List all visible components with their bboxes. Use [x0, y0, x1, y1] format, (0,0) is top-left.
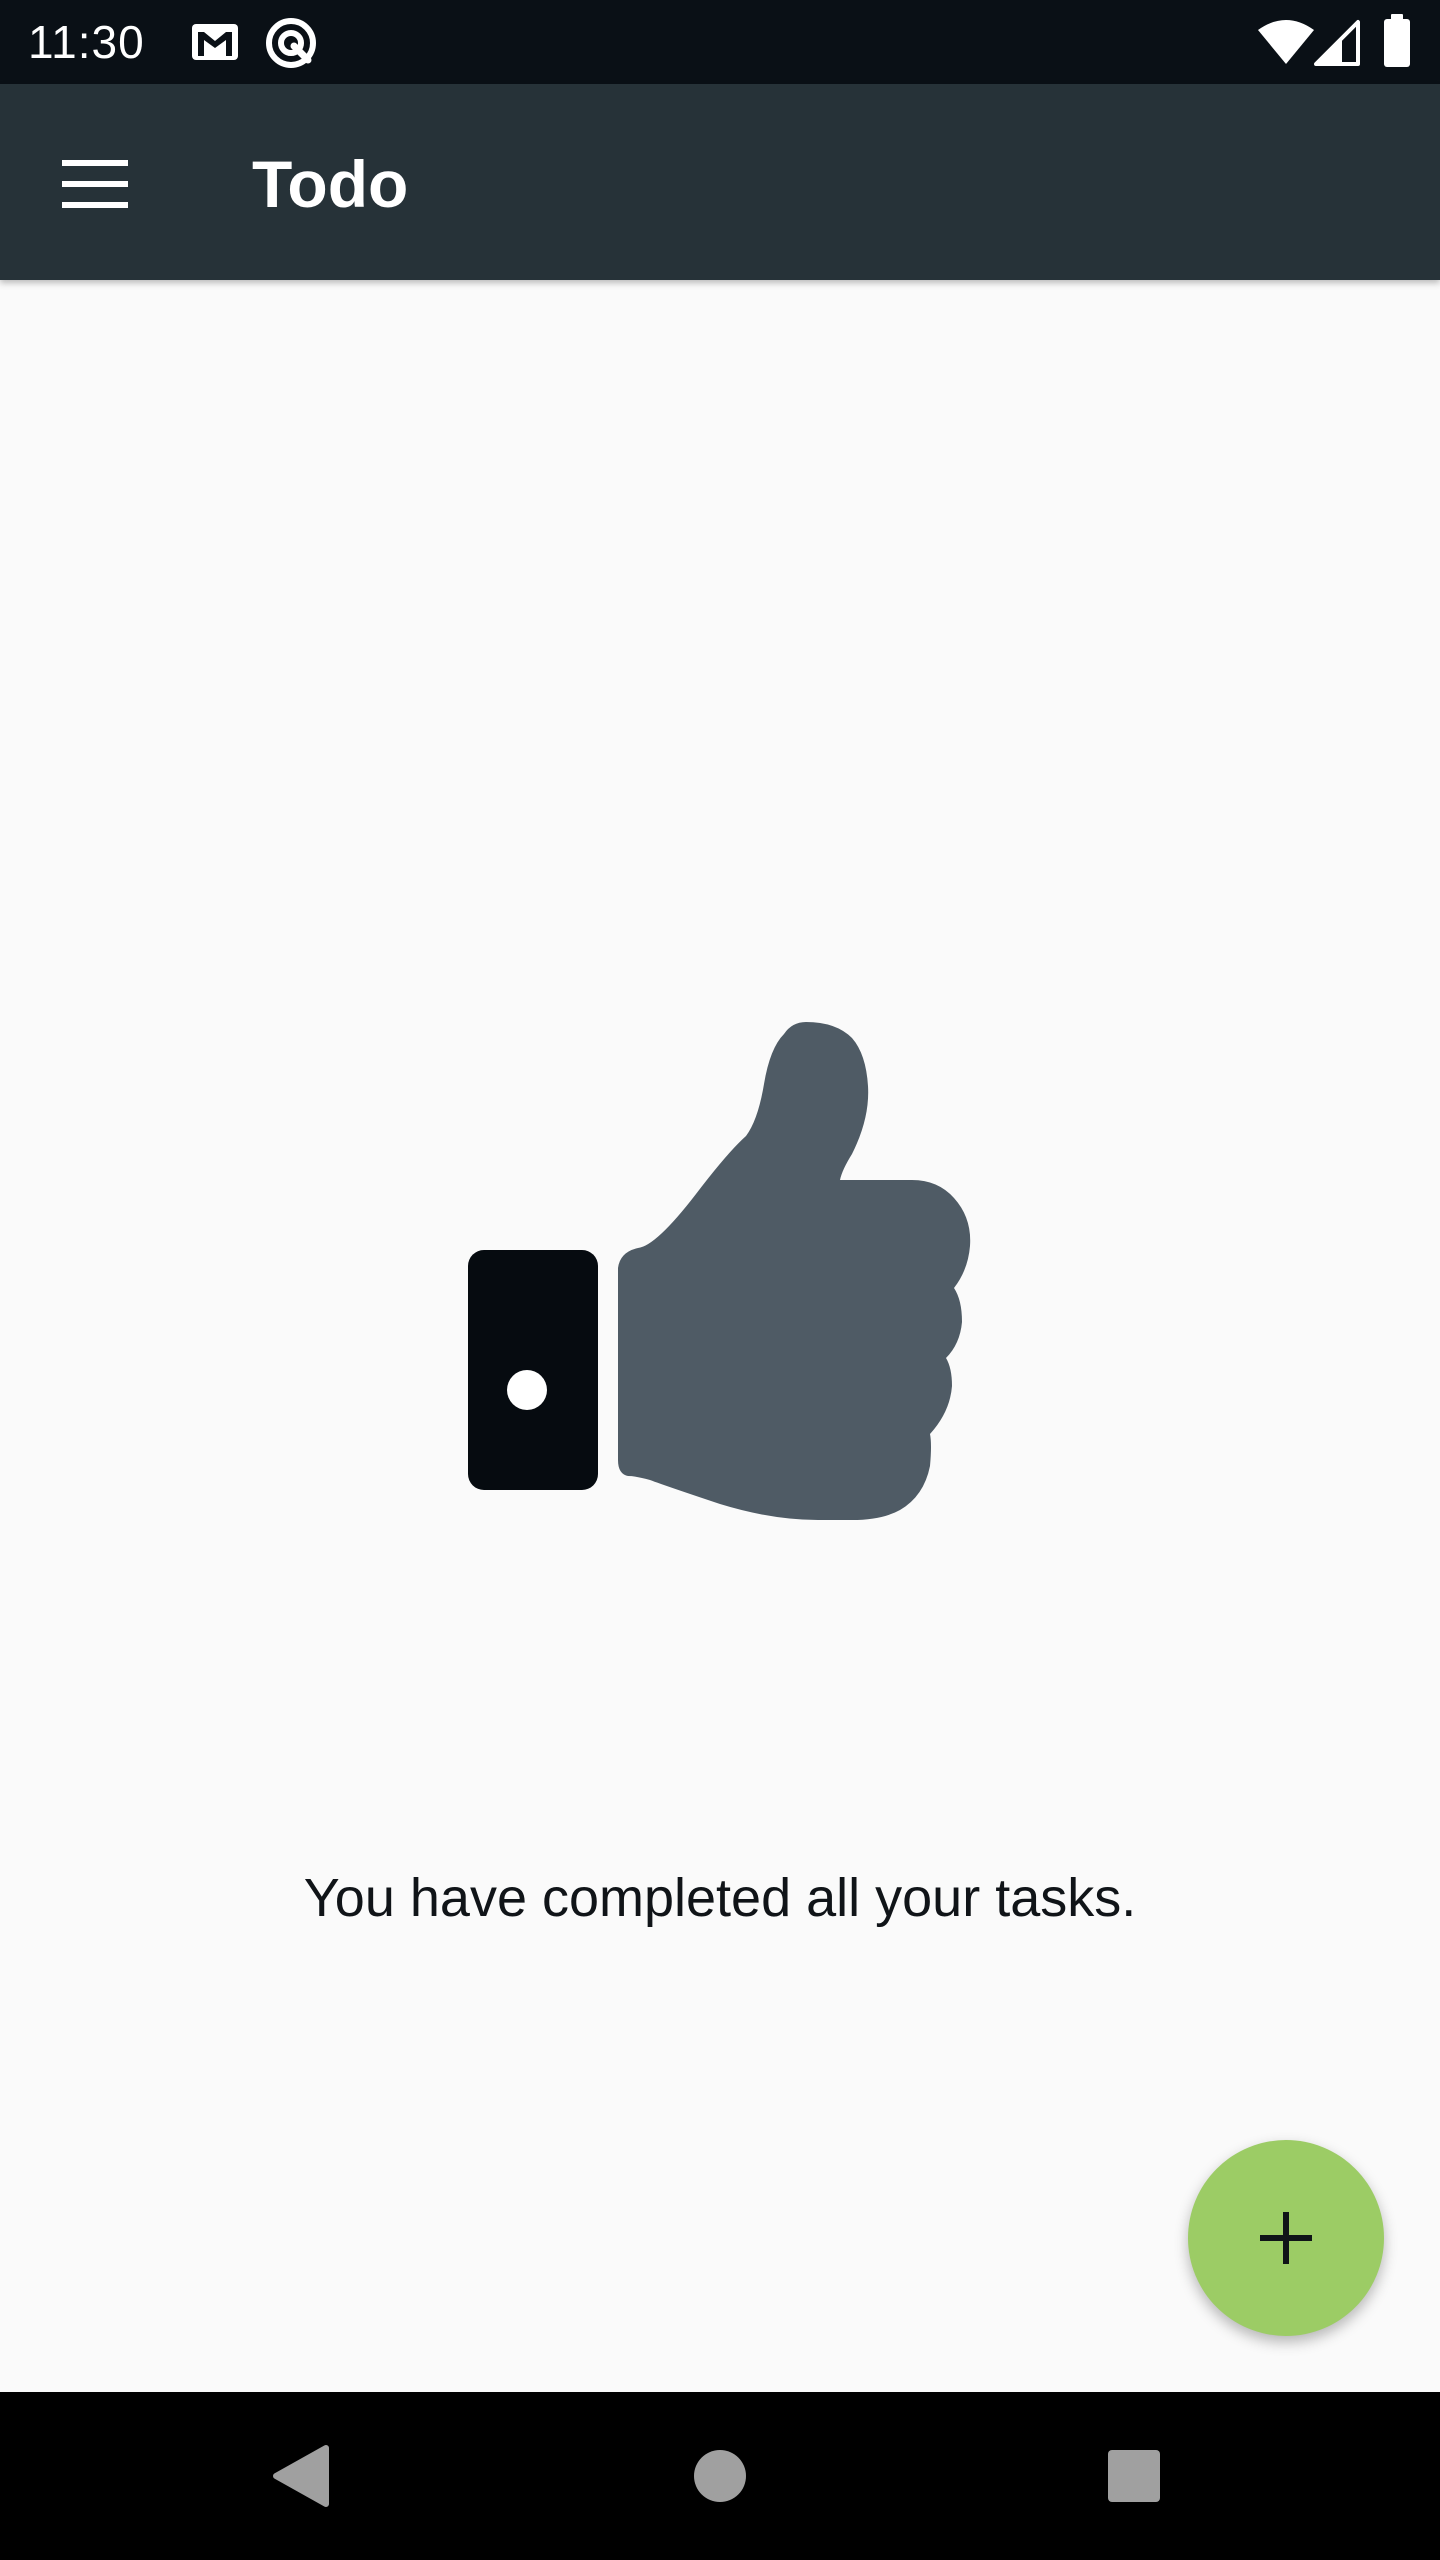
empty-state: You have completed all your tasks.	[0, 280, 1440, 2392]
wifi-icon	[1258, 20, 1314, 64]
add-task-button[interactable]	[1188, 2140, 1384, 2336]
plus-icon	[1260, 2212, 1312, 2264]
sync-icon	[266, 18, 316, 68]
nav-back-button[interactable]	[252, 2426, 352, 2526]
gmail-icon	[192, 24, 238, 60]
app-bar: Todo	[0, 84, 1440, 280]
app-title: Todo	[252, 147, 409, 221]
recents-icon	[1108, 2450, 1160, 2502]
back-icon	[273, 2445, 329, 2507]
menu-button[interactable]	[40, 132, 140, 232]
battery-icon	[1384, 14, 1410, 67]
thumb-up-icon	[468, 1022, 971, 1520]
home-icon	[694, 2450, 746, 2502]
status-time: 11:30	[28, 16, 145, 68]
status-bar: 11:30	[0, 0, 1440, 84]
nav-bar	[0, 2392, 1440, 2560]
empty-message: You have completed all your tasks.	[303, 1868, 1137, 1928]
nav-home-button[interactable]	[670, 2426, 770, 2526]
menu-icon	[62, 160, 128, 208]
cell-signal-icon	[1314, 20, 1360, 66]
nav-recents-button[interactable]	[1084, 2426, 1184, 2526]
